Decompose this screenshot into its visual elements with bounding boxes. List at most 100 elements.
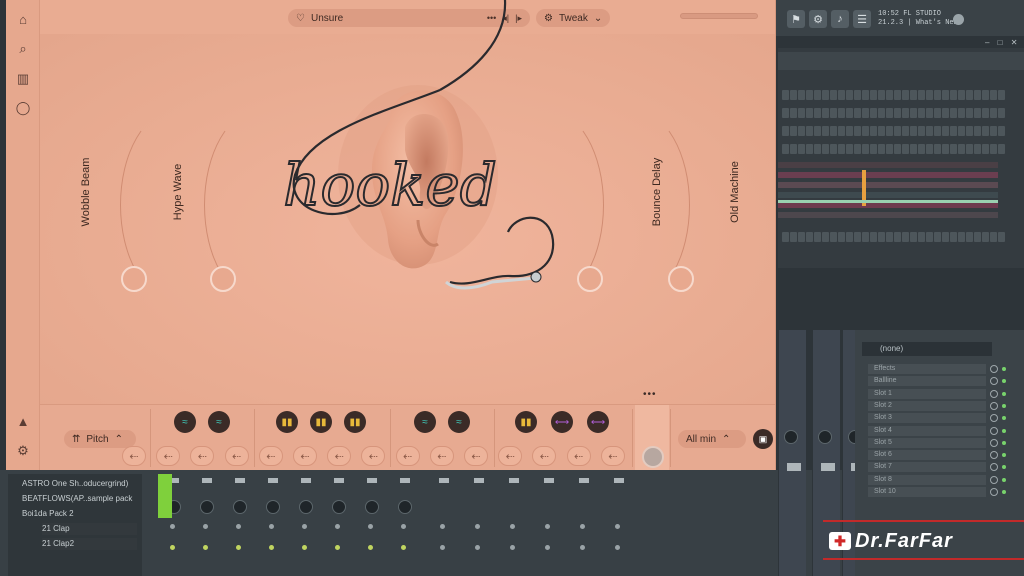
step-cell[interactable]: [950, 144, 957, 154]
step-cell[interactable]: [838, 126, 845, 136]
pattern-clip[interactable]: [778, 212, 998, 218]
mute-led[interactable]: [335, 524, 340, 529]
arrow-left-button[interactable]: ⇠: [498, 446, 523, 466]
toolbar-plugin-icon[interactable]: ⚙: [809, 10, 827, 28]
channel-fader[interactable]: [202, 478, 212, 483]
browser-item[interactable]: Boi1da Pack 2: [22, 508, 140, 520]
step-cell[interactable]: [806, 144, 813, 154]
route-led[interactable]: [440, 545, 445, 550]
step-cell[interactable]: [838, 90, 845, 100]
slot-enable-toggle[interactable]: [990, 365, 998, 373]
step-cell[interactable]: [966, 90, 973, 100]
pattern-clip[interactable]: [778, 182, 998, 188]
step-cell[interactable]: [886, 90, 893, 100]
pitch-menu[interactable]: ⇈ Pitch ⌃: [64, 430, 136, 448]
step-cell[interactable]: [782, 90, 789, 100]
step-cell[interactable]: [902, 144, 909, 154]
step-cell[interactable]: [982, 90, 989, 100]
step-cell[interactable]: [862, 90, 869, 100]
step-cell[interactable]: [870, 90, 877, 100]
all-menu[interactable]: All min ⌃: [678, 430, 746, 448]
step-cell[interactable]: [790, 232, 797, 242]
channel-fader[interactable]: [439, 478, 449, 483]
pan-knob[interactable]: [332, 500, 346, 514]
route-led[interactable]: [580, 545, 585, 550]
step-cell[interactable]: [934, 144, 941, 154]
step-cell[interactable]: [886, 144, 893, 154]
pattern-clip[interactable]: [778, 162, 998, 168]
step-cell[interactable]: [926, 144, 933, 154]
step-cell[interactable]: [798, 126, 805, 136]
slot-enable-toggle[interactable]: [990, 426, 998, 435]
library-icon[interactable]: ▥: [14, 70, 32, 88]
fl-version-info[interactable]: 10:52 FL STUDIO 21.2.3 | What's New?: [878, 10, 962, 28]
step-cell[interactable]: [934, 126, 941, 136]
step-cell[interactable]: [814, 90, 821, 100]
globe-icon[interactable]: [953, 14, 964, 25]
learn-icon[interactable]: ▲: [14, 412, 32, 430]
step-cell[interactable]: [846, 108, 853, 118]
route-led[interactable]: [302, 545, 307, 550]
mute-led[interactable]: [475, 524, 480, 529]
slot-header[interactable]: (none): [862, 342, 992, 356]
mute-led[interactable]: [236, 524, 241, 529]
fx-toggle-teal[interactable]: ≈: [414, 411, 436, 433]
channel-fader[interactable]: [301, 478, 311, 483]
mixer-slot[interactable]: Slot 5: [868, 437, 986, 448]
fx-toggle-gold[interactable]: ▮▮: [515, 411, 537, 433]
pattern-clip[interactable]: [778, 192, 998, 198]
insert-fader[interactable]: [787, 463, 801, 471]
active-slot-button[interactable]: [642, 446, 664, 468]
browser-item[interactable]: 21 Clap: [42, 523, 137, 535]
route-led[interactable]: [335, 545, 340, 550]
step-cell[interactable]: [902, 90, 909, 100]
step-cell[interactable]: [878, 232, 885, 242]
step-cell[interactable]: [878, 108, 885, 118]
step-cell[interactable]: [854, 126, 861, 136]
channel-fader[interactable]: [268, 478, 278, 483]
step-cell[interactable]: [838, 232, 845, 242]
step-cell[interactable]: [870, 108, 877, 118]
step-cell[interactable]: [822, 90, 829, 100]
step-cell[interactable]: [846, 232, 853, 242]
step-cell[interactable]: [894, 232, 901, 242]
mute-led[interactable]: [203, 524, 208, 529]
browser-item[interactable]: ASTRO One Sh..oducergrind): [22, 478, 140, 490]
step-cell[interactable]: [934, 90, 941, 100]
arrow-left-button[interactable]: ⇠: [566, 446, 591, 466]
slot-enable-toggle[interactable]: [990, 488, 998, 496]
step-cell[interactable]: [894, 144, 901, 154]
mute-led[interactable]: [615, 524, 620, 529]
step-cell[interactable]: [942, 90, 949, 100]
step-cell[interactable]: [950, 108, 957, 118]
insert-channel-strip[interactable]: [778, 330, 806, 576]
pan-knob[interactable]: [266, 500, 280, 514]
arrow-left-button[interactable]: ⇠: [258, 446, 283, 466]
step-cell[interactable]: [830, 108, 837, 118]
step-cell[interactable]: [854, 144, 861, 154]
arrow-left-button[interactable]: ⇠: [190, 446, 215, 466]
route-led[interactable]: [401, 545, 406, 550]
step-cell[interactable]: [910, 126, 917, 136]
step-cell[interactable]: [782, 232, 789, 242]
arrow-left-button[interactable]: ⇠: [293, 446, 317, 466]
step-cell[interactable]: [974, 232, 981, 242]
step-cell[interactable]: [790, 144, 797, 154]
step-cell[interactable]: [910, 108, 917, 118]
step-cell[interactable]: [862, 108, 869, 118]
step-cell[interactable]: [950, 126, 957, 136]
step-cell[interactable]: [790, 108, 797, 118]
step-cell[interactable]: [990, 108, 997, 118]
route-led[interactable]: [236, 545, 241, 550]
step-cell[interactable]: [902, 126, 909, 136]
step-cell[interactable]: [854, 232, 861, 242]
step-cell[interactable]: [798, 90, 805, 100]
step-cell[interactable]: [854, 108, 861, 118]
slot-enable-toggle[interactable]: [990, 475, 998, 484]
arrow-left-button[interactable]: ⇠: [122, 446, 146, 466]
step-cell[interactable]: [878, 144, 885, 154]
arrow-left-button[interactable]: ⇠: [395, 446, 420, 466]
step-cell[interactable]: [830, 126, 837, 136]
step-cell[interactable]: [910, 144, 917, 154]
step-cell[interactable]: [894, 126, 901, 136]
